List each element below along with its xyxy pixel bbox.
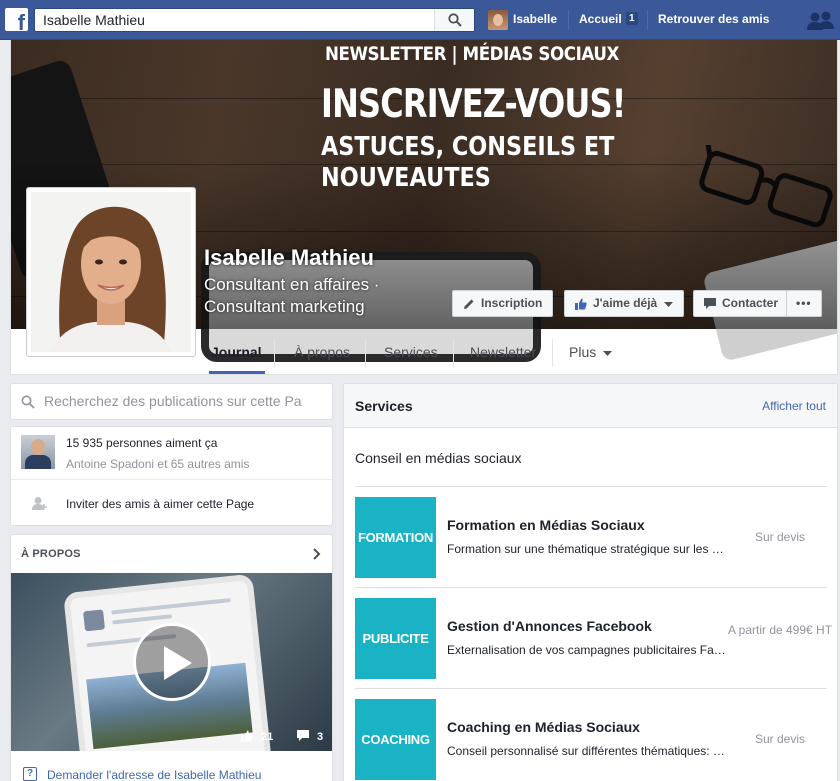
- cover-newsletter-text: NEWSLETTER | MÉDIAS SOCIAUX: [325, 43, 619, 65]
- service-price: Sur devis: [754, 530, 806, 544]
- top-navigation-bar: f Isabelle Accueil 1 Retrouver des amis: [0, 0, 840, 40]
- page-tabs: Journal À propos Services Newsletter Plu…: [11, 329, 837, 374]
- facebook-logo-icon[interactable]: f: [5, 8, 28, 31]
- service-price: Sur devis: [754, 732, 806, 746]
- video-likes-count: 21: [261, 731, 274, 743]
- friend-avatar[interactable]: [21, 435, 55, 469]
- invite-friends-link[interactable]: Inviter des amis à aimer cette Page: [66, 497, 254, 511]
- message-icon: [704, 298, 716, 309]
- service-thumbnail[interactable]: COACHING: [355, 699, 436, 780]
- page-category: Consultant en affaires · Consultant mark…: [204, 275, 380, 316]
- service-thumbnail[interactable]: PUBLICITE: [355, 598, 436, 679]
- like-page-label: J'aime déjà: [593, 296, 658, 310]
- global-search-input[interactable]: [35, 9, 435, 31]
- search-icon: [21, 395, 35, 409]
- pencil-icon: [464, 299, 474, 309]
- tab-divider: [552, 339, 553, 367]
- thumbs-up-icon: [241, 730, 253, 742]
- page-post-search-input[interactable]: [44, 393, 329, 409]
- page-header: NEWSLETTER | MÉDIAS SOCIAUX INSCRIVEZ-VO…: [10, 40, 838, 375]
- nav-home-link[interactable]: Accueil: [579, 12, 622, 26]
- services-title[interactable]: Services: [355, 398, 413, 414]
- profile-photo-image: [31, 192, 191, 352]
- nav-find-friends-link[interactable]: Retrouver des amis: [658, 12, 769, 26]
- user-avatar[interactable]: [488, 10, 508, 30]
- tab-more-label: Plus: [569, 344, 597, 360]
- page-name[interactable]: Isabelle Mathieu: [204, 245, 374, 271]
- thumbs-up-icon: [575, 298, 587, 310]
- tab-divider: [365, 339, 366, 367]
- about-card: À PROPOS 21 3 ? Demander l'adresse de Is…: [10, 534, 333, 781]
- tab-divider: [274, 339, 275, 367]
- video-comments-count: 3: [317, 731, 324, 743]
- global-search: [34, 8, 475, 32]
- invite-friends-icon: [32, 497, 47, 510]
- comment-icon: [297, 730, 309, 741]
- question-icon: ?: [23, 767, 37, 781]
- inscription-button[interactable]: Inscription: [452, 290, 554, 317]
- likes-card: 15 935 personnes aiment ça Antoine Spado…: [10, 426, 333, 526]
- services-intro: Conseil en médias sociaux: [355, 450, 522, 466]
- inscription-label: Inscription: [481, 296, 543, 310]
- service-description: Externalisation de vos campagnes publici…: [447, 643, 726, 657]
- search-icon: [448, 13, 462, 27]
- caret-down-icon: [603, 350, 613, 356]
- nav-divider: [568, 10, 569, 30]
- video-comments[interactable]: 3: [297, 730, 324, 743]
- play-button-icon[interactable]: [133, 623, 211, 701]
- video-post-text-line: [111, 598, 231, 615]
- chevron-right-icon[interactable]: [313, 548, 321, 560]
- contact-button[interactable]: Contacter: [693, 290, 790, 317]
- service-thumbnail[interactable]: FORMATION: [355, 497, 436, 578]
- service-divider: [355, 486, 827, 487]
- likes-count[interactable]: 15 935 personnes aiment ça: [66, 436, 217, 450]
- see-all-services-link[interactable]: Afficher tout: [762, 399, 826, 413]
- caret-down-icon: [664, 302, 674, 307]
- friends-icon[interactable]: [806, 10, 836, 32]
- tab-more[interactable]: Plus: [569, 344, 613, 360]
- ask-address-link[interactable]: Demander l'adresse de Isabelle Mathieu: [47, 768, 261, 781]
- cover-subheadline: ASTUCES, CONSEILS ET NOUVEAUTES: [321, 132, 615, 193]
- search-button[interactable]: [434, 9, 474, 31]
- tab-services[interactable]: Services: [384, 344, 438, 360]
- service-name[interactable]: Gestion d'Annonces Facebook: [447, 618, 652, 634]
- page-post-search: [10, 383, 333, 420]
- services-card: Services Afficher tout Conseil en médias…: [343, 383, 838, 781]
- active-tab-indicator: [209, 371, 265, 374]
- tab-newsletter[interactable]: Newsletter: [470, 344, 536, 360]
- service-divider: [355, 688, 827, 689]
- cover-headline: INSCRIVEZ-VOUS!: [321, 82, 626, 127]
- service-name[interactable]: Coaching en Médias Sociaux: [447, 719, 640, 735]
- contact-label: Contacter: [722, 296, 779, 310]
- service-description: Formation sur une thématique stratégique…: [447, 542, 724, 556]
- services-header: Services Afficher tout: [344, 384, 837, 428]
- service-divider: [355, 587, 827, 588]
- service-price: A partir de 499€ HT: [727, 623, 833, 637]
- card-divider: [11, 479, 332, 480]
- about-video[interactable]: 21 3: [11, 573, 332, 751]
- nav-profile-link[interactable]: Isabelle: [513, 12, 557, 26]
- video-likes[interactable]: 21: [241, 730, 274, 743]
- tab-journal[interactable]: Journal: [211, 344, 262, 360]
- about-title[interactable]: À PROPOS: [21, 548, 81, 560]
- service-name[interactable]: Formation en Médias Sociaux: [447, 517, 645, 533]
- service-description: Conseil personnalisé sur différentes thé…: [447, 744, 725, 758]
- nav-divider: [647, 10, 648, 30]
- friends-who-like[interactable]: Antoine Spadoni et 65 autres amis: [66, 457, 249, 471]
- home-notification-badge: 1: [626, 12, 638, 25]
- more-actions-button[interactable]: •••: [786, 290, 822, 317]
- video-post-avatar: [83, 609, 106, 632]
- tab-divider: [453, 339, 454, 367]
- like-page-button[interactable]: J'aime déjà: [564, 290, 685, 317]
- tab-about[interactable]: À propos: [294, 344, 350, 360]
